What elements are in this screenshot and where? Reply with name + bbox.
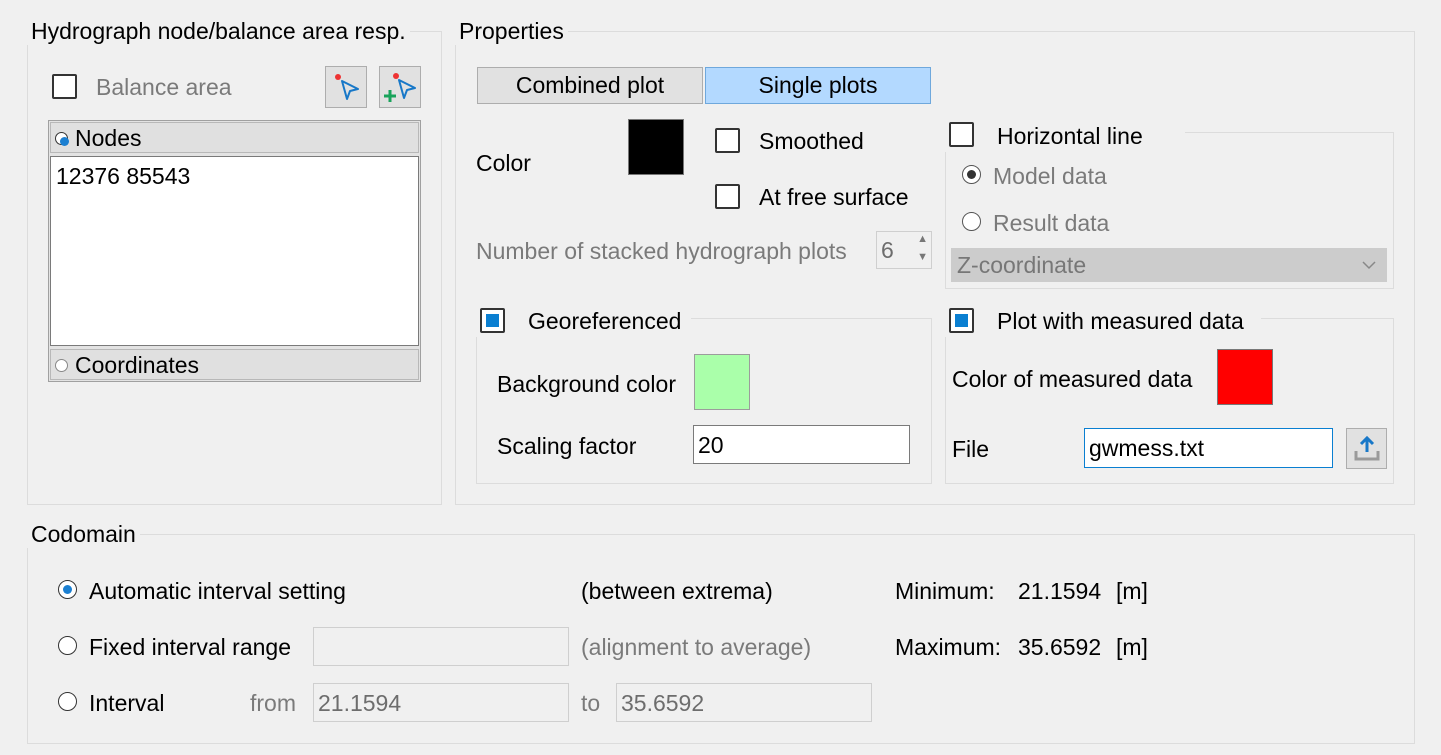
automatic-interval-radio[interactable] <box>58 580 77 599</box>
fixed-interval-input[interactable] <box>313 627 569 666</box>
horizontal-line-dropdown[interactable]: Z-coordinate <box>951 248 1387 282</box>
balance-area-label: Balance area <box>96 74 232 100</box>
result-data-radio[interactable] <box>962 212 981 231</box>
background-color-swatch[interactable] <box>694 354 750 410</box>
georeferenced-checkbox[interactable] <box>480 308 505 333</box>
coordinates-label: Coordinates <box>75 352 200 378</box>
smoothed-label: Smoothed <box>759 128 864 154</box>
maximum-unit: [m] <box>1116 634 1148 660</box>
model-data-label: Model data <box>993 163 1107 189</box>
stacked-plots-label: Number of stacked hydrograph plots <box>476 238 847 264</box>
horizontal-line-label: Horizontal line <box>997 123 1143 149</box>
result-data-label: Result data <box>993 210 1110 236</box>
add-pick-node-button[interactable] <box>379 66 421 108</box>
stacked-plots-value: 6 <box>881 237 894 263</box>
measured-data-label: Plot with measured data <box>997 308 1244 334</box>
plot-color-swatch[interactable] <box>628 119 684 175</box>
automatic-interval-label: Automatic interval setting <box>89 578 346 604</box>
smoothed-checkbox[interactable] <box>715 128 740 153</box>
measured-data-checkbox[interactable] <box>949 308 974 333</box>
node-balance-group-title: Hydrograph node/balance area resp. <box>27 17 410 45</box>
free-surface-label: At free surface <box>759 184 909 210</box>
horizontal-line-dropdown-value: Z-coordinate <box>957 252 1087 278</box>
measured-color-label: Color of measured data <box>952 366 1193 392</box>
spin-up-icon[interactable]: ▲ <box>917 233 928 245</box>
pointer-select-icon <box>335 74 359 100</box>
chevron-down-icon <box>1362 261 1376 270</box>
pointer-add-icon <box>384 73 416 102</box>
background-color-label: Background color <box>497 371 676 397</box>
nodes-header[interactable]: Nodes <box>50 122 419 153</box>
browse-file-button[interactable] <box>1346 428 1387 469</box>
interval-label: Interval <box>89 690 165 716</box>
nodes-textarea[interactable]: 12376 85543 <box>50 156 419 346</box>
codomain-group-title: Codomain <box>27 520 140 548</box>
measured-color-swatch[interactable] <box>1217 349 1273 405</box>
combined-plot-tab[interactable]: Combined plot <box>477 67 703 104</box>
single-plots-tab[interactable]: Single plots <box>705 67 931 104</box>
model-data-radio[interactable] <box>962 165 981 184</box>
fixed-interval-label: Fixed interval range <box>89 634 291 660</box>
nodes-value: 12376 85543 <box>56 163 191 189</box>
maximum-label: Maximum: <box>895 634 1002 660</box>
stacked-plots-spinner[interactable]: 6 ▲ ▼ <box>876 231 932 269</box>
fixed-interval-radio[interactable] <box>58 636 77 655</box>
interval-radio[interactable] <box>58 692 77 711</box>
coordinates-radio[interactable] <box>55 359 68 372</box>
file-input[interactable]: gwmess.txt <box>1084 428 1333 468</box>
minimum-label: Minimum: <box>895 578 995 604</box>
interval-from-input[interactable]: 21.1594 <box>313 683 569 722</box>
coordinates-header[interactable]: Coordinates <box>50 349 419 380</box>
balance-area-checkbox[interactable] <box>52 74 77 99</box>
automatic-interval-note: (between extrema) <box>581 578 773 604</box>
free-surface-checkbox[interactable] <box>715 184 740 209</box>
pick-node-button[interactable] <box>325 66 367 108</box>
georeferenced-label: Georeferenced <box>528 308 682 334</box>
nodes-radio[interactable] <box>55 132 69 146</box>
scaling-factor-input[interactable]: 20 <box>693 425 910 464</box>
maximum-value: 35.6592 <box>1018 634 1102 660</box>
file-label: File <box>952 436 990 462</box>
horizontal-line-checkbox[interactable] <box>949 122 974 147</box>
interval-to-input[interactable]: 35.6592 <box>616 683 872 722</box>
spin-down-icon[interactable]: ▼ <box>917 251 928 263</box>
upload-file-icon <box>1354 435 1379 460</box>
minimum-unit: [m] <box>1116 578 1148 604</box>
scaling-factor-label: Scaling factor <box>497 433 637 459</box>
interval-from-label: from <box>250 690 296 716</box>
nodes-label: Nodes <box>75 125 142 151</box>
minimum-value: 21.1594 <box>1018 578 1102 604</box>
color-label: Color <box>476 150 531 176</box>
fixed-interval-note: (alignment to average) <box>581 634 812 660</box>
interval-to-label: to <box>581 690 601 716</box>
properties-group-title: Properties <box>455 17 568 45</box>
nodes-panel: Nodes 12376 85543 Coordinates <box>48 120 421 382</box>
